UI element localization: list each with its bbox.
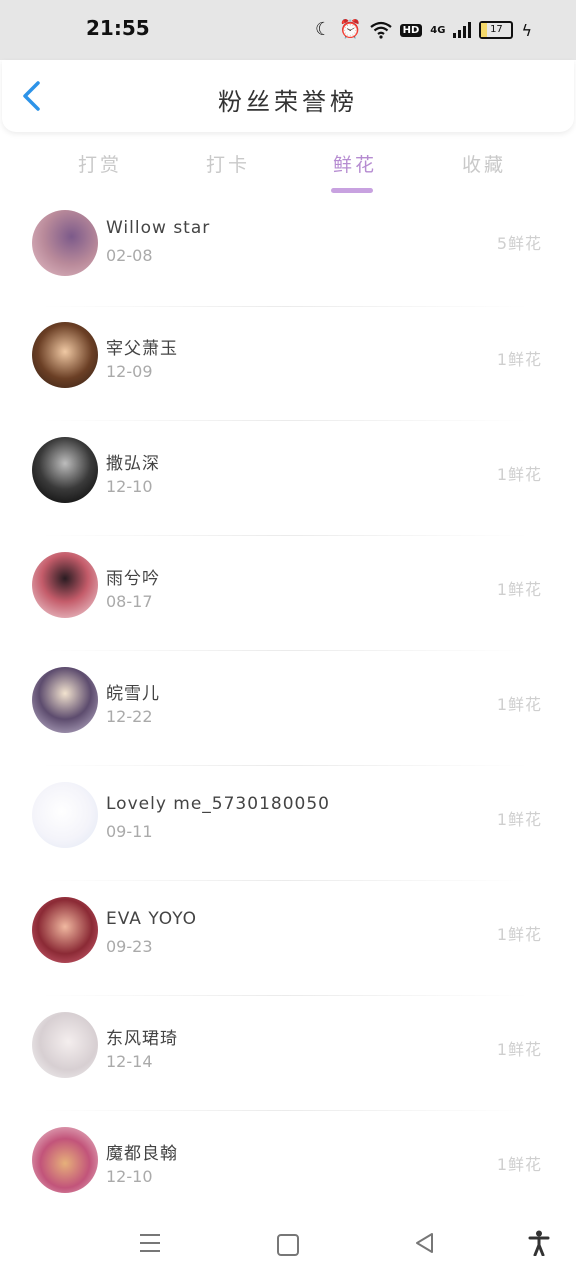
accessibility-icon[interactable]: [528, 1230, 550, 1260]
flower-count: 1鲜花: [496, 350, 542, 369]
divider: [40, 1110, 530, 1111]
divider: [40, 535, 530, 536]
hd-icon: HD: [399, 23, 423, 37]
alarm-icon: ⏰: [339, 19, 362, 40]
flower-count: 1鲜花: [496, 1155, 542, 1174]
avatar: [32, 322, 98, 388]
fan-name: Lovely me_5730180050: [106, 794, 330, 814]
status-icons: ☾ ⏰ HD 4G 17 ϟ: [315, 20, 532, 40]
fan-date: 12-22: [106, 707, 153, 726]
avatar: [32, 897, 98, 963]
moon-icon: ☾: [315, 19, 332, 40]
avatar: [32, 1127, 98, 1193]
fan-date: 12-14: [106, 1052, 153, 1071]
tab-favorites[interactable]: 收藏: [462, 150, 506, 177]
avatar: [32, 1012, 98, 1078]
fan-name: 雨兮吟: [106, 569, 160, 589]
avatar: [32, 552, 98, 618]
fan-name: Willow star: [106, 218, 211, 238]
avatar: [32, 210, 98, 276]
battery-level: 17: [490, 24, 503, 35]
avatar: [32, 437, 98, 503]
tab-flowers[interactable]: 鲜花: [333, 150, 377, 177]
flower-count: 1鲜花: [496, 1040, 542, 1059]
fan-date: 09-11: [106, 822, 153, 841]
home-icon[interactable]: [277, 1234, 299, 1256]
status-bar: 21:55 ☾ ⏰ HD 4G 17 ϟ: [0, 0, 576, 60]
divider: [40, 880, 530, 881]
divider: [40, 306, 530, 307]
divider: [40, 995, 530, 996]
network-type: 4G: [430, 24, 446, 36]
avatar: [32, 667, 98, 733]
fan-date: 08-17: [106, 592, 153, 611]
flower-count: 1鲜花: [496, 465, 542, 484]
menu-icon[interactable]: [140, 1234, 160, 1254]
fan-date: 12-10: [106, 477, 153, 496]
flower-count: 1鲜花: [496, 810, 542, 829]
divider: [40, 650, 530, 651]
battery-icon: 17: [479, 21, 514, 39]
tab-checkin[interactable]: 打卡: [206, 150, 250, 177]
page-header: 粉丝荣誉榜: [2, 60, 574, 132]
charging-icon: ϟ: [521, 20, 532, 40]
signal-icon: [453, 22, 472, 38]
list-item[interactable]: Willow star 02-08 5鲜花: [0, 210, 576, 327]
wifi-icon: [369, 21, 392, 39]
fan-name: 魔都良翰: [106, 1144, 178, 1164]
tab-bar: 打赏 打卡 鲜花 收藏: [0, 140, 576, 200]
fan-name: 宰父萧玉: [106, 339, 178, 359]
flower-count: 1鲜花: [496, 695, 542, 714]
fan-date: 09-23: [106, 937, 153, 956]
tab-tip[interactable]: 打赏: [78, 150, 122, 177]
fan-date: 12-09: [106, 362, 153, 381]
flower-count: 5鲜花: [496, 234, 542, 253]
flower-count: 1鲜花: [496, 925, 542, 944]
system-nav-bar: [0, 1208, 576, 1280]
fan-date: 12-10: [106, 1167, 153, 1186]
fan-name: 皖雪儿: [106, 684, 160, 704]
fan-name: EVA YOYO: [106, 909, 198, 929]
tab-active-indicator: [331, 188, 373, 193]
flower-count: 1鲜花: [496, 580, 542, 599]
back-triangle-icon[interactable]: [414, 1232, 434, 1258]
status-time: 21:55: [86, 16, 150, 40]
divider: [40, 420, 530, 421]
avatar: [32, 782, 98, 848]
fan-name: 东风珺琦: [106, 1029, 178, 1049]
fan-date: 02-08: [106, 246, 153, 265]
page-title: 粉丝荣誉榜: [218, 88, 358, 116]
divider: [40, 765, 530, 766]
fan-name: 撒弘深: [106, 454, 160, 474]
